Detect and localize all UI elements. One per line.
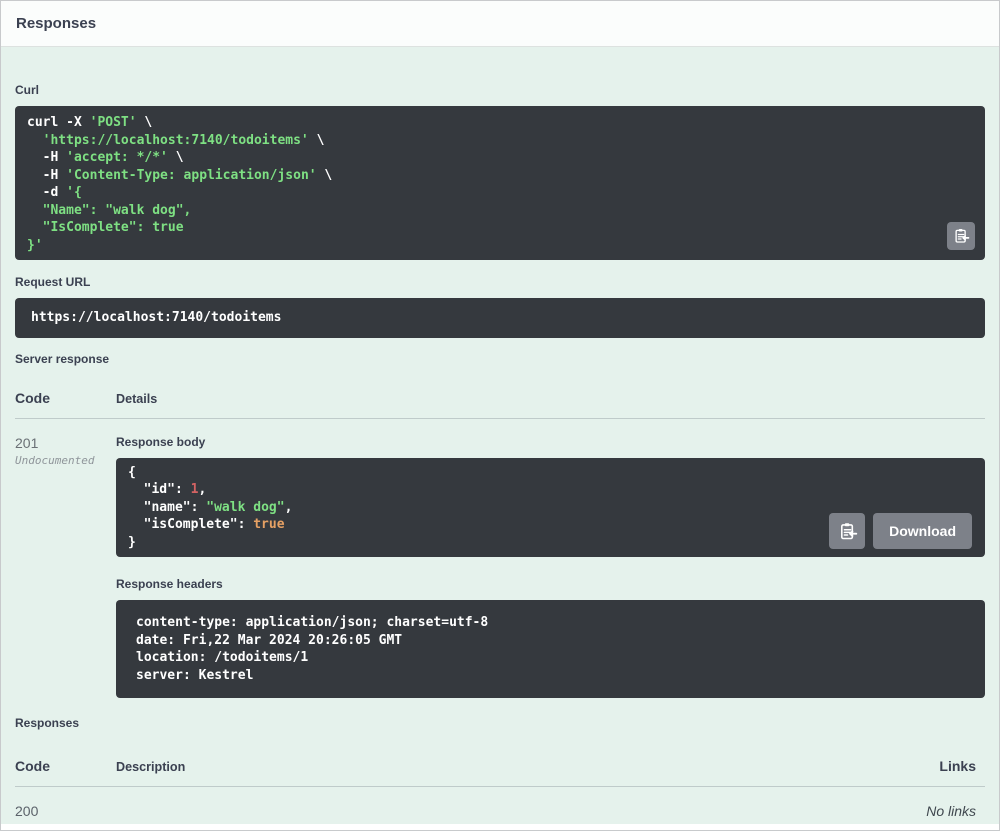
clipboard-arrow-icon bbox=[840, 522, 857, 539]
responses-section-body: Curl curl -X 'POST' \ 'https://localhost… bbox=[1, 47, 999, 824]
request-url-label: Request URL bbox=[15, 275, 91, 289]
responses-table-label: Responses bbox=[15, 716, 80, 730]
copy-response-button[interactable] bbox=[829, 513, 866, 549]
response-headers-label: Response headers bbox=[116, 577, 223, 591]
download-button[interactable]: Download bbox=[873, 513, 972, 549]
responses-table-header: Code Description Links bbox=[15, 758, 985, 787]
code-column-header: Code bbox=[15, 758, 50, 774]
curl-label: Curl bbox=[15, 83, 39, 97]
status-code-cell: 201 Undocumented bbox=[15, 435, 116, 717]
response-body-block: { "id": 1, "name": "walk dog", "isComple… bbox=[116, 457, 985, 557]
responses-section-header: Responses bbox=[1, 1, 999, 47]
response-headers-block: content-type: application/json; charset=… bbox=[116, 600, 985, 698]
server-response-label: Server response bbox=[15, 351, 110, 366]
response-headers-text: content-type: application/json; charset=… bbox=[136, 615, 497, 683]
description-column-header: Description bbox=[116, 760, 186, 774]
responses-panel: Responses Curl curl -X 'POST' \ 'https:/… bbox=[0, 0, 1000, 831]
links-column-header: Links bbox=[939, 758, 976, 774]
no-links-text: No links bbox=[926, 803, 976, 819]
undocumented-note: Undocumented bbox=[15, 453, 95, 467]
server-response-row: 201 Undocumented Response body { "id": 1… bbox=[15, 419, 985, 717]
request-url-block: https://localhost:7140/todoitems bbox=[15, 298, 985, 338]
details-column-header: Details bbox=[116, 391, 158, 406]
response-200-row: 200 No links bbox=[15, 787, 985, 819]
code-column-header: Code bbox=[15, 389, 50, 406]
copy-curl-button[interactable] bbox=[947, 222, 975, 250]
status-code: 200 bbox=[15, 803, 39, 819]
panel-title: Responses bbox=[16, 15, 97, 32]
request-url-value: https://localhost:7140/todoitems bbox=[31, 310, 282, 325]
response-details-cell: Response body { "id": 1, "name": "walk d… bbox=[116, 435, 985, 717]
response-body-label: Response body bbox=[116, 434, 206, 449]
page-background-strip bbox=[1, 824, 999, 830]
curl-command-text: curl -X 'POST' \ 'https://localhost:7140… bbox=[27, 115, 333, 253]
clipboard-arrow-icon bbox=[955, 228, 970, 243]
response-description bbox=[116, 803, 926, 819]
curl-command-block: curl -X 'POST' \ 'https://localhost:7140… bbox=[15, 106, 985, 260]
status-code: 201 bbox=[15, 434, 39, 451]
server-response-table-header: Code Details bbox=[15, 390, 985, 419]
response-body-actions: Download bbox=[829, 513, 972, 549]
